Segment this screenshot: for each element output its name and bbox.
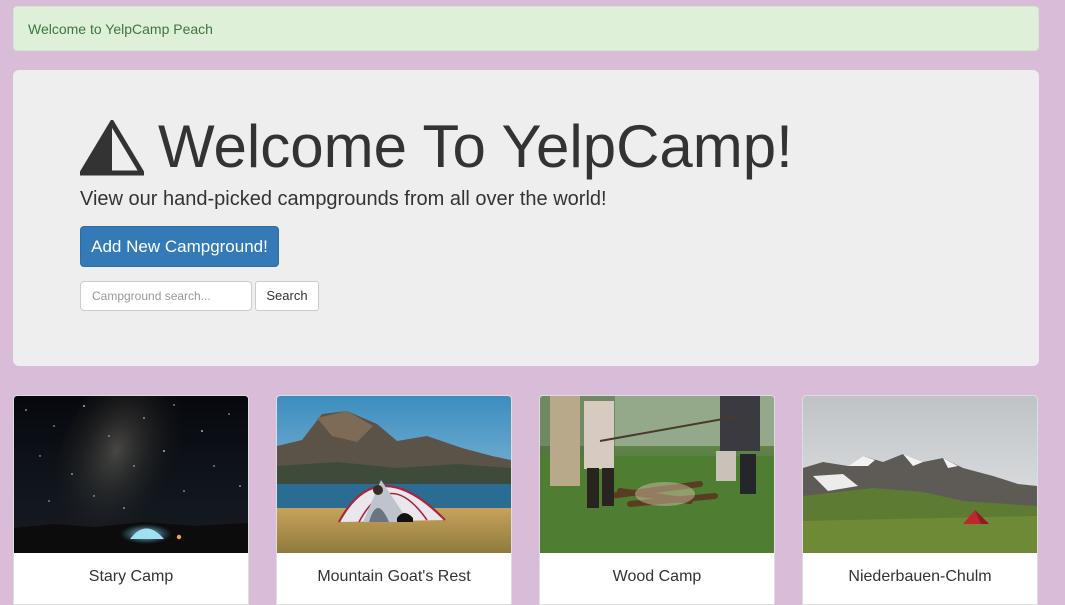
campground-image[interactable]: [803, 396, 1037, 553]
campground-name: Niederbauen-Chulm: [848, 568, 992, 585]
page-subtitle: View our hand-picked campgrounds from al…: [80, 188, 607, 210]
campground-image[interactable]: [540, 396, 774, 553]
add-campground-button[interactable]: Add New Campground!: [80, 226, 279, 267]
tent-icon: [80, 120, 144, 176]
page-title-row: Welcome To YelpCamp!: [80, 114, 793, 180]
campground-name: Stary Camp: [88, 568, 174, 585]
campground-card[interactable]: Stary Camp: [13, 395, 249, 605]
jumbotron: Welcome To YelpCamp! View our hand-picke…: [13, 70, 1039, 366]
campground-image[interactable]: [14, 396, 248, 553]
campground-card[interactable]: Niederbauen-Chulm: [802, 395, 1038, 605]
search-button[interactable]: Search: [255, 281, 319, 311]
flash-success-alert: Welcome to YelpCamp Peach: [13, 6, 1039, 51]
campground-card[interactable]: Wood Camp: [539, 395, 775, 605]
flash-message: Welcome to YelpCamp Peach: [28, 21, 213, 37]
campground-name: Mountain Goat's Rest: [317, 568, 471, 585]
campground-search-input[interactable]: [80, 281, 252, 311]
campground-name: Wood Camp: [612, 568, 702, 585]
campground-image[interactable]: [277, 396, 511, 553]
campground-card[interactable]: Mountain Goat's Rest: [276, 395, 512, 605]
page-title: Welcome To YelpCamp!: [158, 113, 793, 180]
